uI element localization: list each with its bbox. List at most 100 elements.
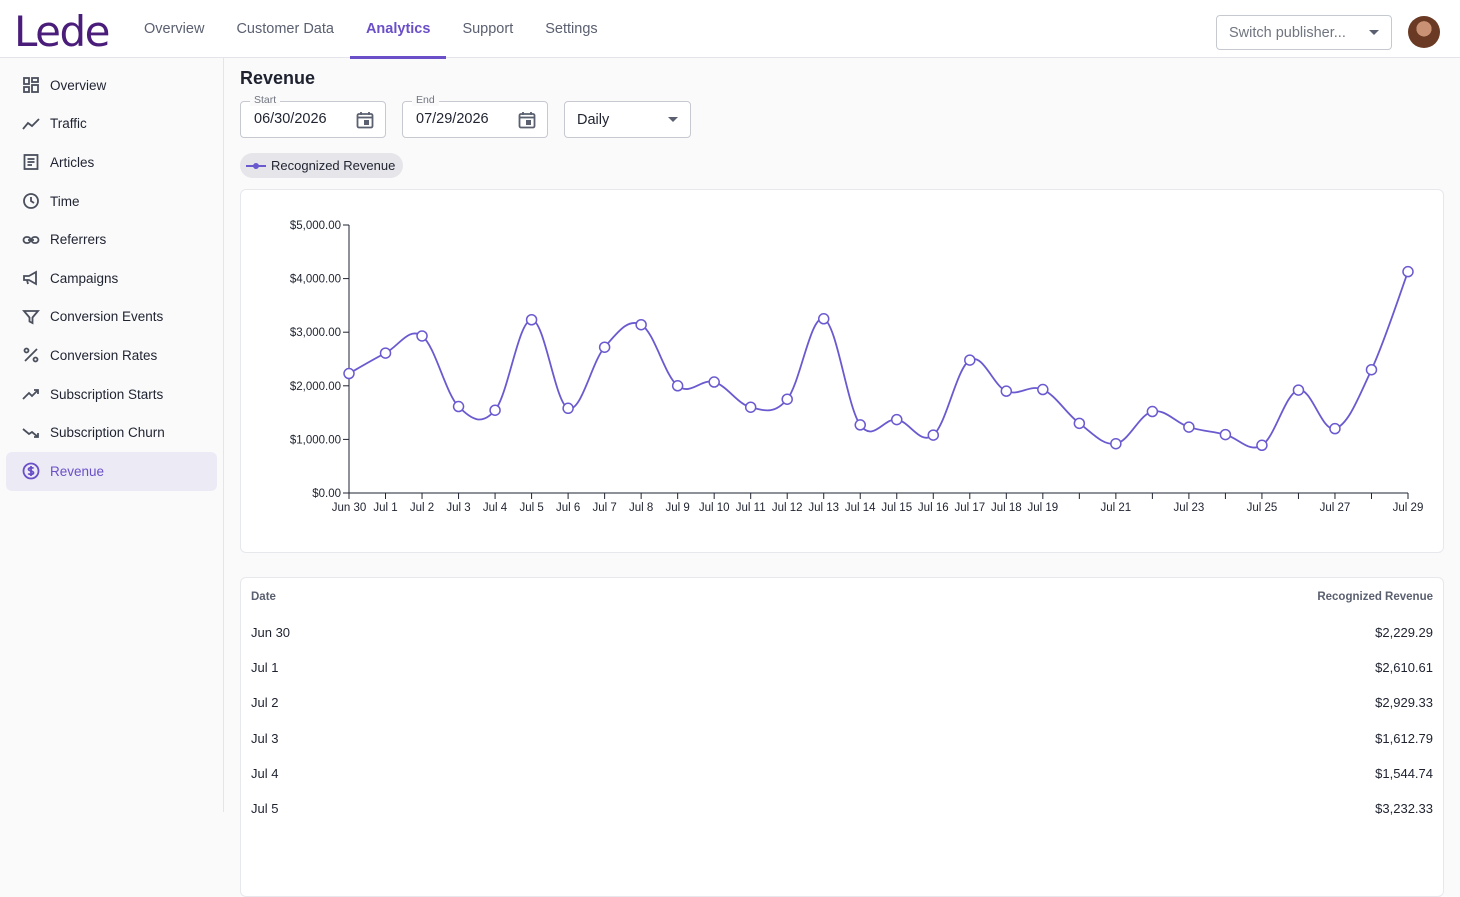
tab-customer-data[interactable]: Customer Data <box>220 0 350 58</box>
x-tick-label: Jul 27 <box>1320 502 1351 514</box>
data-point <box>927 429 940 441</box>
table-row: Jul 5 $3,232.33 <box>241 791 1443 826</box>
x-tick-label: Jul 17 <box>954 502 985 514</box>
x-tick-label: Jul 25 <box>1247 502 1278 514</box>
x-tick-label: Jul 18 <box>991 502 1022 514</box>
row-date: Jun 30 <box>251 625 291 641</box>
table-row: Jun 30 $2,229.29 <box>241 615 1443 650</box>
tab-support[interactable]: Support <box>446 0 529 58</box>
trend-line-icon <box>22 115 40 133</box>
x-tick-label: Jul 8 <box>629 502 653 514</box>
sidebar-item-subscription-starts[interactable]: Subscription Starts <box>6 375 217 414</box>
x-tick-label: Jul 13 <box>808 502 839 514</box>
series-line-recognized-revenue <box>348 271 1409 449</box>
sidebar-item-overview[interactable]: Overview <box>6 66 217 105</box>
link-icon <box>22 231 40 249</box>
data-point <box>343 367 355 380</box>
data-point <box>1402 265 1414 278</box>
sidebar-item-articles[interactable]: Articles <box>6 143 217 182</box>
sidebar-item-campaigns[interactable]: Campaigns <box>6 259 217 298</box>
x-tick-label: Jul 21 <box>1101 502 1132 514</box>
x-tick-label: Jul 5 <box>519 502 543 514</box>
x-tick-label: Jul 9 <box>666 502 690 514</box>
table-row: Jul 3 $1,612.79 <box>241 721 1443 756</box>
data-point <box>1292 384 1305 396</box>
sidebar-item-label: Subscription Churn <box>50 425 165 441</box>
x-tick-label: Jul 12 <box>772 502 803 514</box>
app-logo[interactable]: Lede <box>14 6 111 58</box>
sidebar-item-label: Traffic <box>50 116 87 132</box>
end-date-field[interactable]: End 07/29/2026 <box>402 94 548 138</box>
tab-settings[interactable]: Settings <box>529 0 613 58</box>
tab-analytics[interactable]: Analytics <box>349 0 447 59</box>
column-header-date[interactable]: Date <box>251 591 276 603</box>
table-row: Jul 4 $1,544.74 <box>241 756 1443 791</box>
x-tick-label: Jul 7 <box>592 502 616 514</box>
sidebar-item-subscription-churn[interactable]: Subscription Churn <box>6 413 217 452</box>
y-tick-label: $1,000.00 <box>290 434 341 446</box>
x-tick-label: Jul 6 <box>556 502 580 514</box>
start-date-value[interactable]: 06/30/2026 <box>254 111 327 127</box>
data-point <box>1110 437 1122 450</box>
end-date-value[interactable]: 07/29/2026 <box>416 111 489 127</box>
chevron-down-icon <box>668 117 678 122</box>
publisher-select[interactable]: Switch publisher... <box>1216 15 1392 50</box>
sidebar-item-time[interactable]: Time <box>6 182 217 221</box>
data-point <box>817 313 830 325</box>
y-tick-label: $5,000.00 <box>290 220 341 232</box>
x-tick-label: Jul 23 <box>1174 502 1205 514</box>
data-point <box>744 401 757 413</box>
x-tick-label: Jul 15 <box>881 502 912 514</box>
column-header-revenue[interactable]: Recognized Revenue <box>1317 591 1433 603</box>
data-point <box>452 400 465 413</box>
data-point <box>891 413 903 426</box>
publisher-placeholder: Switch publisher... <box>1229 24 1346 41</box>
end-date-label: End <box>412 94 439 106</box>
sidebar: Overview Traffic Articles Time Referrers… <box>0 58 224 812</box>
sidebar-item-conversion-rates[interactable]: Conversion Rates <box>6 336 217 375</box>
x-tick-label: Jul 10 <box>699 502 730 514</box>
data-point <box>598 341 611 353</box>
data-point <box>1146 405 1159 418</box>
tab-overview[interactable]: Overview <box>128 0 220 58</box>
row-date: Jul 2 <box>251 695 279 711</box>
filter-icon <box>22 308 40 326</box>
data-point <box>854 419 866 431</box>
y-tick-label: $0.00 <box>312 488 341 500</box>
start-date-field[interactable]: Start 06/30/2026 <box>240 94 386 138</box>
legend-chip[interactable]: Recognized Revenue <box>240 153 404 178</box>
x-tick-label: Jul 29 <box>1393 502 1424 514</box>
x-tick-label: Jul 14 <box>845 502 876 514</box>
page-title: Revenue <box>240 68 316 88</box>
sidebar-item-label: Campaigns <box>50 270 119 286</box>
sidebar-item-label: Articles <box>50 154 95 170</box>
sidebar-item-revenue[interactable]: Revenue <box>6 451 217 491</box>
y-tick-label: $4,000.00 <box>290 274 341 286</box>
sidebar-item-conversion-events[interactable]: Conversion Events <box>6 298 217 337</box>
revenue-chart: $0.00 $1,000.00 $2,000.00 $3,000.00 $4,000.0… <box>290 220 1424 514</box>
percent-icon <box>22 346 40 364</box>
data-point <box>671 380 684 392</box>
calendar-icon[interactable] <box>517 110 537 130</box>
data-point <box>1329 422 1341 435</box>
interval-select[interactable]: Daily <box>564 101 691 138</box>
sidebar-item-label: Conversion Events <box>50 309 164 325</box>
data-point <box>964 354 976 366</box>
top-bar: Lede Overview Customer Data Analytics Su… <box>0 0 1460 59</box>
row-date: Jul 3 <box>251 730 279 746</box>
row-revenue: $3,232.33 <box>1375 801 1433 817</box>
dashboard-icon <box>22 76 40 94</box>
data-point <box>708 376 720 388</box>
calendar-icon[interactable] <box>355 110 375 130</box>
y-tick-label: $2,000.00 <box>290 381 341 393</box>
table-header: Date Recognized Revenue <box>241 578 1443 615</box>
sidebar-item-label: Subscription Starts <box>50 386 164 402</box>
sidebar-item-label: Referrers <box>50 232 107 248</box>
row-revenue: $1,544.74 <box>1375 765 1433 781</box>
sidebar-item-referrers[interactable]: Referrers <box>6 220 217 259</box>
avatar[interactable] <box>1408 16 1440 48</box>
sidebar-item-traffic[interactable]: Traffic <box>6 105 217 144</box>
dollar-circle-icon <box>22 462 40 480</box>
data-point <box>1365 363 1378 376</box>
y-tick-label: $3,000.00 <box>290 327 341 339</box>
